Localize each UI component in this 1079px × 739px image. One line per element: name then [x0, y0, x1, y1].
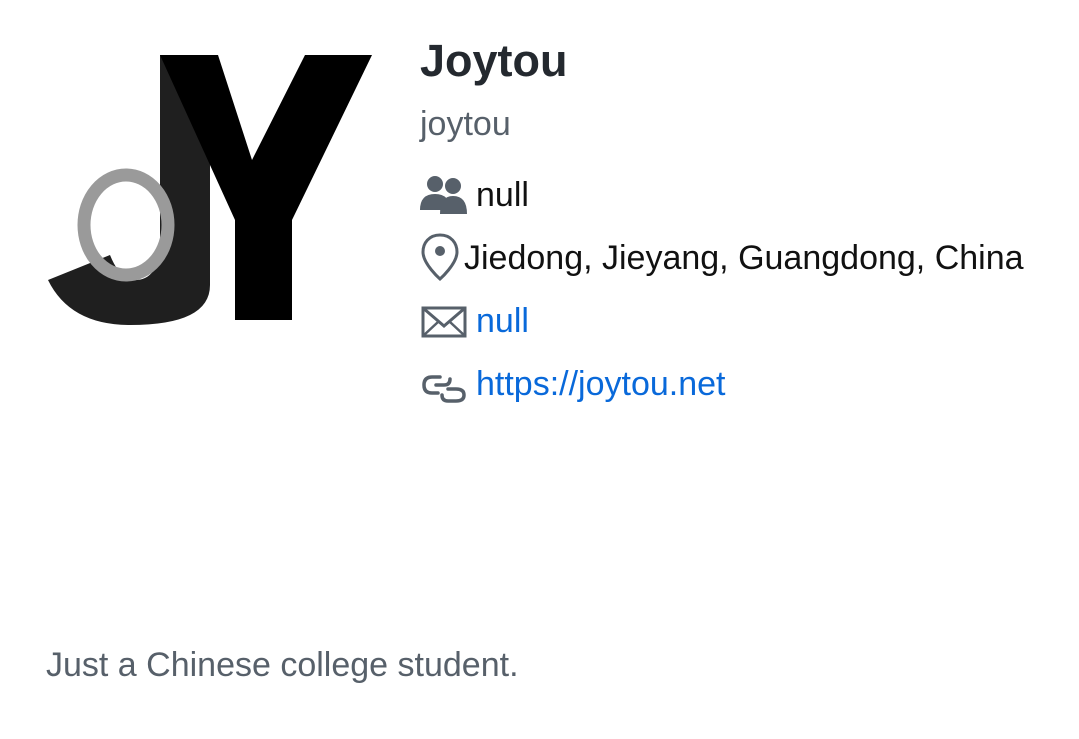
email-row: null	[420, 290, 1040, 353]
email-link[interactable]: null	[476, 290, 529, 353]
website-row: https://joytou.net	[420, 353, 1040, 416]
website-link[interactable]: https://joytou.net	[476, 353, 726, 416]
company-row: null	[420, 164, 1040, 227]
username: joytou	[420, 105, 511, 143]
display-name: Joytou	[420, 35, 568, 86]
location-row: Jiedong, Jieyang, Guangdong, China	[420, 227, 1040, 290]
avatar[interactable]	[40, 40, 380, 340]
link-icon	[422, 375, 466, 403]
profile-card: Joytou joytou null Jiedong, Jieyang, Gua…	[0, 0, 1079, 739]
avatar-letter-o	[77, 168, 175, 282]
people-icon	[420, 176, 467, 214]
bio: Just a Chinese college student.	[46, 646, 519, 684]
company-text: null	[476, 176, 529, 214]
profile-info: Joytou joytou null Jiedong, Jieyang, Gua…	[420, 30, 1040, 416]
location-text: Jiedong, Jieyang, Guangdong, China	[464, 239, 1024, 277]
mail-icon	[421, 306, 467, 338]
location-pin-icon	[421, 233, 459, 281]
